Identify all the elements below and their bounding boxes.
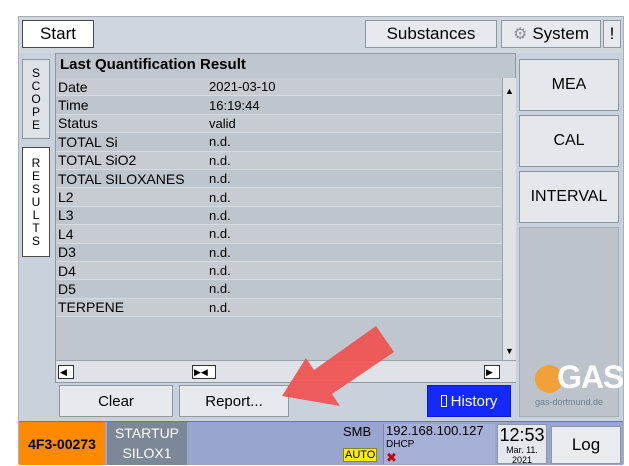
table-row: Date 2021-03-10: [56, 78, 502, 97]
row-value: n.d.: [209, 152, 231, 168]
interval-button[interactable]: INTERVAL: [519, 171, 619, 223]
table-row: D4 n.d.: [56, 261, 502, 281]
table-row: Time 16:19:44: [56, 96, 502, 115]
row-label: TOTAL Si: [58, 133, 118, 150]
history-icon: [440, 395, 447, 407]
row-value: n.d.: [209, 226, 231, 242]
history-button[interactable]: History: [427, 385, 511, 417]
mea-button[interactable]: MEA: [519, 59, 619, 111]
tab-scope-letter: P: [31, 104, 40, 119]
row-label: TOTAL SILOXANES: [58, 170, 185, 187]
table-row: L3 n.d.: [56, 206, 502, 226]
dhcp-label: DHCP: [386, 439, 415, 450]
table-row: D5 n.d.: [56, 280, 502, 299]
row-value: n.d.: [209, 207, 231, 223]
tab-results-letter: S: [31, 233, 40, 248]
table-row: L4 n.d.: [56, 225, 502, 244]
row-label: L4: [58, 225, 74, 242]
row-value: n.d.: [209, 189, 231, 205]
row-value: n.d.: [209, 281, 231, 297]
vertical-scrollbar[interactable]: ▲ ▼: [502, 78, 516, 360]
table-row: TERPENE n.d.: [56, 298, 502, 318]
row-value: n.d.: [209, 299, 231, 315]
mode-line2: SILOX1: [122, 445, 172, 461]
tab-results-letter: S: [31, 181, 40, 196]
system-button-label: System: [532, 24, 590, 43]
alert-button[interactable]: !: [603, 20, 621, 48]
auto-badge: AUTO: [343, 448, 378, 462]
scroll-thumb-icon[interactable]: ▶◀: [192, 365, 216, 379]
logo-text: GAS: [557, 359, 624, 395]
tab-results-letter: L: [32, 207, 40, 222]
mode-line1: STARTUP: [114, 425, 180, 441]
scroll-up-arrow-icon[interactable]: ▲: [503, 84, 516, 97]
logo-subtext: gas-dortmund.de: [535, 397, 604, 407]
tab-scope-letter: S: [31, 65, 40, 80]
annotation-arrow-icon: [282, 326, 394, 406]
row-value: n.d.: [209, 263, 231, 279]
table-row: D3 n.d.: [56, 243, 502, 262]
tab-scope-letter: C: [31, 78, 41, 93]
tab-scope[interactable]: S C O P E: [22, 59, 50, 139]
row-label: D4: [58, 262, 76, 279]
cal-button[interactable]: CAL: [519, 115, 619, 167]
row-label: Date: [58, 78, 88, 95]
top-bar: Start Substances ⚙ System !: [19, 17, 623, 53]
clock-date-line2: 2021: [511, 455, 533, 465]
table-row: L2 n.d.: [56, 188, 502, 207]
gas-logo: GAS gas-dortmund.de: [527, 359, 624, 409]
error-x-icon: ✖: [386, 450, 397, 465]
device-id: 4F3-00273: [19, 422, 105, 465]
tab-results-letter: U: [31, 194, 41, 209]
row-value: 2021-03-10: [209, 79, 276, 95]
report-button[interactable]: Report...: [179, 385, 289, 417]
table-row: TOTAL SiO2 n.d.: [56, 151, 502, 170]
system-button[interactable]: ⚙ System: [501, 20, 601, 48]
row-label: D3: [58, 244, 76, 261]
table-row: TOTAL Si n.d.: [56, 133, 502, 152]
row-value: n.d.: [209, 171, 231, 187]
tab-scope-letter: O: [31, 91, 41, 106]
mode-display: STARTUP SILOX1: [107, 422, 187, 465]
tab-scope-letter: E: [31, 117, 40, 132]
scroll-down-arrow-icon[interactable]: ▼: [503, 344, 516, 357]
row-value: 16:19:44: [209, 97, 260, 113]
row-value: n.d.: [209, 244, 231, 260]
clock-date-line1: Mar. 11.: [506, 445, 538, 455]
start-button[interactable]: Start: [22, 20, 94, 48]
tab-results-letter: R: [31, 155, 41, 170]
row-label: D5: [58, 280, 76, 297]
tab-results-letter: E: [31, 168, 40, 183]
panel-title: Last Quantification Result: [60, 56, 246, 73]
table-row: Status valid: [56, 114, 502, 134]
row-value: valid: [209, 115, 236, 131]
ip-address: 192.168.100.127: [386, 423, 484, 438]
status-bar: 4F3-00273 STARTUP SILOX1 SMB AUTO 192.16…: [19, 421, 623, 465]
table-row: TOTAL SILOXANES n.d.: [56, 169, 502, 189]
scroll-right-arrow-icon[interactable]: ▶: [484, 365, 500, 379]
clear-button[interactable]: Clear: [59, 385, 173, 417]
clock-time: 12:53: [499, 425, 545, 445]
substances-button[interactable]: Substances: [365, 20, 497, 48]
tab-results[interactable]: R E S U L T S: [22, 147, 50, 257]
smb-label: SMB: [343, 424, 372, 439]
scroll-left-arrow-icon[interactable]: ◀: [58, 365, 74, 379]
row-label: TERPENE: [58, 299, 125, 316]
gear-icon: ⚙: [512, 26, 528, 43]
results-table: Date 2021-03-10 Time 16:19:44 Status valid …: [56, 78, 502, 318]
network-info: 192.168.100.127 DHCP ✖: [383, 424, 495, 464]
row-value: n.d.: [209, 134, 231, 150]
clock: 12:53 Mar. 11. 2021: [497, 424, 547, 465]
row-label: TOTAL SiO2: [58, 152, 137, 169]
history-button-label: History: [450, 392, 498, 410]
row-label: Time: [58, 97, 89, 114]
row-label: L3: [58, 207, 74, 224]
tab-results-letter: T: [32, 220, 40, 235]
log-button[interactable]: Log: [551, 426, 621, 464]
row-label: L2: [58, 189, 74, 206]
row-label: Status: [58, 115, 98, 132]
